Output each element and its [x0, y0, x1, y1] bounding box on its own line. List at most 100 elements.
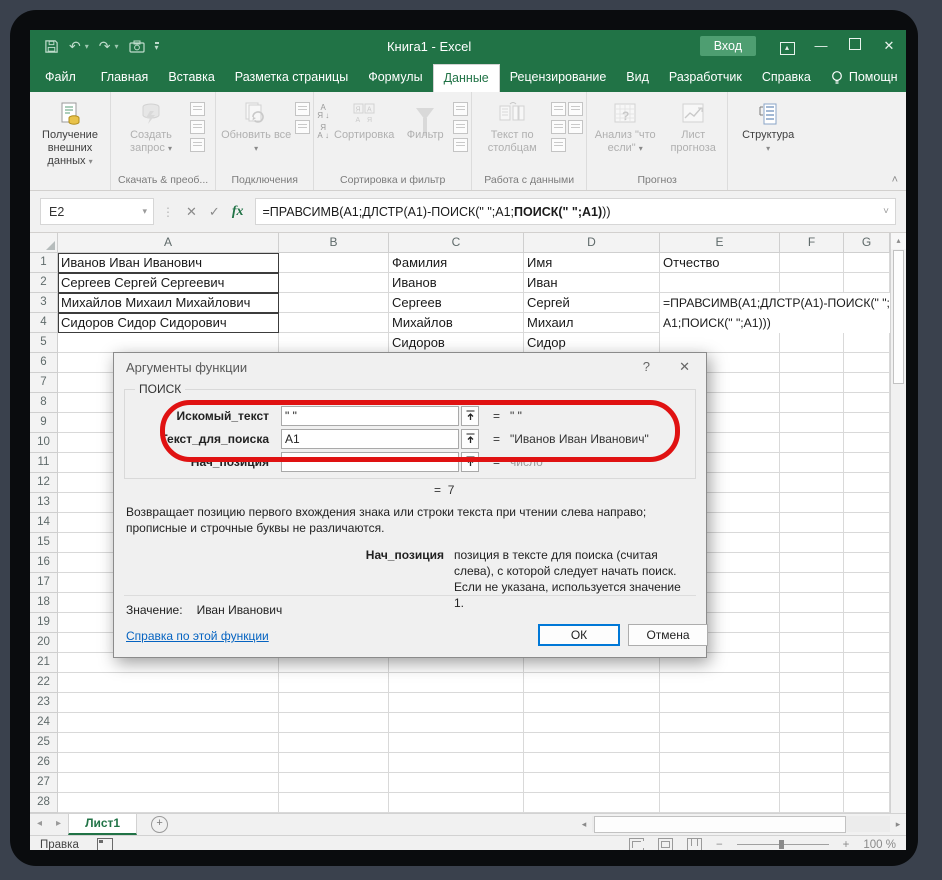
cell-D25[interactable] — [524, 733, 660, 753]
cell-C25[interactable] — [389, 733, 524, 753]
cell-G21[interactable] — [844, 653, 890, 673]
cell-G18[interactable] — [844, 593, 890, 613]
cell-F23[interactable] — [780, 693, 844, 713]
redo-dropdown-icon[interactable]: ▾ — [114, 42, 118, 51]
sign-in-button[interactable]: Вход — [700, 36, 756, 56]
formula-input[interactable]: =ПРАВСИМВ(A1;ДЛСТР(A1)-ПОИСК(" ";A1;ПОИС… — [255, 198, 896, 225]
cell-E5[interactable] — [660, 333, 780, 353]
cell-D28[interactable] — [524, 793, 660, 813]
cell-F12[interactable] — [780, 473, 844, 493]
function-help-link[interactable]: Справка по этой функции — [126, 629, 269, 643]
save-icon[interactable] — [44, 39, 59, 54]
cell-G7[interactable] — [844, 373, 890, 393]
ribbon-tab-Разработчик[interactable]: Разработчик — [659, 63, 752, 92]
cell-F10[interactable] — [780, 433, 844, 453]
cell-F26[interactable] — [780, 753, 844, 773]
cell-F17[interactable] — [780, 573, 844, 593]
cell-G25[interactable] — [844, 733, 890, 753]
cell-B1[interactable] — [279, 253, 389, 273]
cell-G6[interactable] — [844, 353, 890, 373]
macro-record-icon[interactable] — [97, 838, 113, 850]
collapse-ribbon-icon[interactable]: ˄ — [892, 174, 898, 186]
column-header-E[interactable]: E — [660, 233, 780, 253]
column-header-C[interactable]: C — [389, 233, 524, 253]
cell-F6[interactable] — [780, 353, 844, 373]
cell-E22[interactable] — [660, 673, 780, 693]
cell-F24[interactable] — [780, 713, 844, 733]
cell-B3[interactable] — [279, 293, 389, 313]
cell-F28[interactable] — [780, 793, 844, 813]
scroll-left-icon[interactable]: ◂ — [576, 819, 592, 830]
page-break-view-icon[interactable] — [687, 838, 702, 850]
cell-G15[interactable] — [844, 533, 890, 553]
cell-e2-edit-overlay[interactable]: =ПРАВСИМВ(A1;ДЛСТР(A1)-ПОИСК(" "; A1;ПОИ… — [660, 293, 890, 333]
cell-F7[interactable] — [780, 373, 844, 393]
zoom-slider[interactable] — [737, 844, 829, 845]
camera-icon[interactable] — [129, 40, 145, 53]
cell-B26[interactable] — [279, 753, 389, 773]
column-header-A[interactable]: A — [58, 233, 279, 253]
dialog-help-icon[interactable]: ? — [643, 359, 650, 374]
tab-file[interactable]: Файл — [30, 63, 91, 92]
row-header-15[interactable]: 15 — [30, 533, 58, 553]
cell-D5[interactable]: Сидор — [524, 333, 660, 353]
row-header-24[interactable]: 24 — [30, 713, 58, 733]
cell-G27[interactable] — [844, 773, 890, 793]
row-header-25[interactable]: 25 — [30, 733, 58, 753]
cell-G8[interactable] — [844, 393, 890, 413]
collapse-dialog-icon[interactable] — [461, 406, 479, 426]
ribbon-tab-Вставка[interactable]: Вставка — [158, 63, 224, 92]
row-header-2[interactable]: 2 — [30, 273, 58, 293]
row-header-1[interactable]: 1 — [30, 253, 58, 273]
cell-E23[interactable] — [660, 693, 780, 713]
row-header-5[interactable]: 5 — [30, 333, 58, 353]
cell-F19[interactable] — [780, 613, 844, 633]
column-header-F[interactable]: F — [780, 233, 844, 253]
cell-A4[interactable]: Сидоров Сидор Сидорович — [58, 313, 279, 333]
cell-F21[interactable] — [780, 653, 844, 673]
ribbon-display-options-icon[interactable]: ▴ — [770, 30, 804, 62]
cell-D1[interactable]: Имя — [524, 253, 660, 273]
cell-F20[interactable] — [780, 633, 844, 653]
cell-G20[interactable] — [844, 633, 890, 653]
cell-A24[interactable] — [58, 713, 279, 733]
horizontal-scroll-thumb[interactable] — [594, 816, 846, 833]
row-header-26[interactable]: 26 — [30, 753, 58, 773]
row-header-14[interactable]: 14 — [30, 513, 58, 533]
zoom-out-icon[interactable]: − — [716, 839, 723, 851]
cell-G5[interactable] — [844, 333, 890, 353]
row-header-6[interactable]: 6 — [30, 353, 58, 373]
row-header-12[interactable]: 12 — [30, 473, 58, 493]
ribbon-tab-Разметка страницы[interactable]: Разметка страницы — [225, 63, 358, 92]
cell-B22[interactable] — [279, 673, 389, 693]
cell-A28[interactable] — [58, 793, 279, 813]
cell-C22[interactable] — [389, 673, 524, 693]
minimize-icon[interactable]: — — [804, 30, 838, 62]
row-header-16[interactable]: 16 — [30, 553, 58, 573]
row-header-18[interactable]: 18 — [30, 593, 58, 613]
column-header-B[interactable]: B — [279, 233, 389, 253]
cell-D4[interactable]: Михаил — [524, 313, 660, 333]
row-header-3[interactable]: 3 — [30, 293, 58, 313]
zoom-in-icon[interactable]: + — [843, 839, 850, 851]
cell-F15[interactable] — [780, 533, 844, 553]
cell-A27[interactable] — [58, 773, 279, 793]
vertical-scrollbar[interactable]: ▴ — [890, 233, 906, 813]
get-external-data-button[interactable]: Получение внешних данных ▾ — [33, 96, 107, 168]
row-header-13[interactable]: 13 — [30, 493, 58, 513]
column-header-D[interactable]: D — [524, 233, 660, 253]
cell-F11[interactable] — [780, 453, 844, 473]
cell-F25[interactable] — [780, 733, 844, 753]
cell-F5[interactable] — [780, 333, 844, 353]
row-header-17[interactable]: 17 — [30, 573, 58, 593]
redo-icon[interactable]: ↷ — [99, 38, 111, 55]
row-header-21[interactable]: 21 — [30, 653, 58, 673]
cell-B23[interactable] — [279, 693, 389, 713]
cell-C3[interactable]: Сергеев — [389, 293, 524, 313]
cell-G13[interactable] — [844, 493, 890, 513]
horizontal-scrollbar[interactable]: ◂ ▸ — [576, 815, 906, 833]
undo-dropdown-icon[interactable]: ▾ — [85, 42, 89, 51]
cancel-button[interactable]: Отмена — [628, 624, 708, 646]
cell-E24[interactable] — [660, 713, 780, 733]
close-icon[interactable]: ✕ — [872, 30, 906, 62]
